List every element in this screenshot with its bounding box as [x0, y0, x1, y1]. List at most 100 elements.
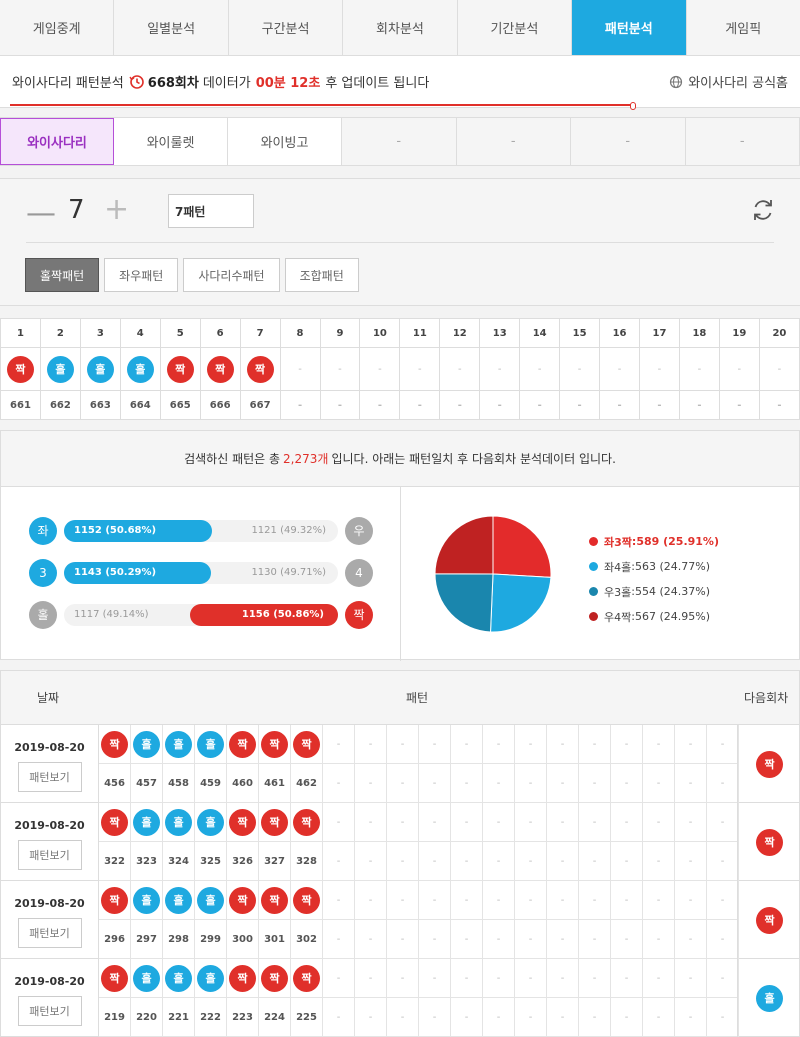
pie-slice — [492, 515, 552, 578]
nav-tab-game-live[interactable]: 게임중계 — [0, 0, 115, 55]
even-ball: 짝 — [229, 808, 256, 836]
even-ball: 짝 — [6, 355, 34, 383]
grid-ball-cell: - — [559, 347, 601, 391]
grid-round-row: 661 662 663 664 665 666 667- - - - - - - - - - - - - — [0, 390, 800, 420]
odd-ball: 홀 — [133, 730, 160, 758]
result-round-cell: - — [547, 764, 579, 803]
left-right-pattern-button[interactable]: 좌우패턴 — [104, 258, 179, 292]
result-round-cell: - — [451, 920, 483, 959]
result-ball-cell: 홀 — [195, 959, 227, 998]
official-home-link[interactable]: 와이사다리 공식홈 — [669, 72, 788, 91]
even-ball: 짝 — [229, 886, 256, 914]
result-ball-cell: - — [675, 881, 707, 920]
grid-ball-cell: - — [678, 347, 720, 391]
result-ball-cell: - — [611, 725, 643, 764]
view-pattern-button[interactable]: 패턴보기 — [17, 996, 82, 1026]
combo-pattern-button[interactable]: 조합패턴 — [284, 258, 359, 292]
result-date: 2019-08-20 — [14, 819, 85, 832]
odd-even-pattern-button[interactable]: 홀짝패턴 — [25, 258, 100, 292]
result-round-cell: - — [515, 764, 547, 803]
result-date-cell: 2019-08-20 패턴보기 — [1, 881, 99, 959]
nav-tab-interval[interactable]: 구간분석 — [229, 0, 344, 55]
ratio-right-badge: 우 — [345, 517, 373, 545]
nav-tab-pattern[interactable]: 패턴분석 — [572, 0, 687, 55]
ladder-count-pattern-button[interactable]: 사다리수패턴 — [183, 258, 280, 292]
result-ball-cell: - — [675, 959, 707, 998]
subnav-empty: - — [342, 118, 457, 165]
result-round-cell: - — [675, 764, 707, 803]
subnav-y-bingo[interactable]: 와이빙고 — [228, 118, 342, 165]
result-ball-cell: - — [323, 959, 355, 998]
pattern-input[interactable] — [168, 194, 254, 228]
results-table: 날짜 패턴 다음회차 2019-08-20 패턴보기 짝 456 홀 457 홀 458 홀 45… — [0, 670, 800, 1037]
even-ball: 짝 — [293, 886, 320, 914]
result-ball-cell: - — [483, 803, 515, 842]
subnav-empty: - — [571, 118, 686, 165]
result-date-cell: 2019-08-20 패턴보기 — [1, 959, 99, 1037]
grid-ball-cell: 짝 — [239, 347, 281, 391]
even-ball: 짝 — [293, 808, 320, 836]
result-ball-cell: 짝 — [259, 725, 291, 764]
subnav-y-ladder[interactable]: 와이사다리 — [0, 118, 114, 165]
result-round-cell: - — [419, 920, 451, 959]
next-round-cell: 홀 — [737, 959, 800, 1037]
nav-tab-game-pick[interactable]: 게임픽 — [687, 0, 800, 55]
result-round-cell: - — [675, 842, 707, 881]
nav-tab-round[interactable]: 회차분석 — [343, 0, 458, 55]
subnav-y-roulette[interactable]: 와이룰렛 — [114, 118, 228, 165]
result-ball-cell: - — [515, 881, 547, 920]
result-round-cell: 302 — [291, 920, 323, 959]
result-ball-cell: - — [707, 803, 739, 842]
odd-ball: 홀 — [197, 886, 224, 914]
result-round-cell: - — [515, 842, 547, 881]
info-prefix: 와이사다리 패턴분석 — [12, 76, 124, 91]
even-ball: 짝 — [293, 730, 320, 758]
result-ball-cell: - — [419, 725, 451, 764]
result-ball-cell: - — [547, 803, 579, 842]
decrease-button[interactable]: — — [26, 199, 56, 229]
grid-round-cell: 667 — [239, 390, 281, 420]
result-round-cell: - — [483, 842, 515, 881]
grid-column-number: 10 — [359, 318, 401, 348]
legend-label: 우4짝 — [604, 610, 632, 624]
even-ball: 짝 — [166, 355, 194, 383]
result-round-cell: - — [643, 764, 675, 803]
result-round-cell: - — [387, 764, 419, 803]
result-round-cell: 224 — [259, 998, 291, 1037]
view-pattern-button[interactable]: 패턴보기 — [17, 762, 82, 792]
legend-label: 좌4홀 — [604, 560, 632, 574]
view-pattern-button[interactable]: 패턴보기 — [17, 918, 82, 948]
result-row: 2019-08-20 패턴보기 짝 322 홀 323 홀 324 홀 325 짝 326 짝 327 짝 3… — [1, 803, 800, 881]
result-ball-cell: - — [323, 803, 355, 842]
view-pattern-button[interactable]: 패턴보기 — [17, 840, 82, 870]
result-round-cell: - — [707, 920, 739, 959]
even-ball: 짝 — [261, 730, 288, 758]
refresh-icon[interactable] — [750, 197, 776, 223]
result-round-cell: - — [515, 998, 547, 1037]
stats-head-suffix: 입니다. 아래는 패턴일치 후 다음회차 분석데이터 입니다. — [331, 452, 616, 466]
result-ball-cell: - — [643, 959, 675, 998]
odd-ball: 홀 — [133, 886, 160, 914]
odd-ball: 홀 — [197, 808, 224, 836]
result-round-cell: 296 — [99, 920, 131, 959]
result-ball-cell: - — [515, 803, 547, 842]
grid-round-cell: 661 — [0, 390, 41, 420]
result-round-cell: 223 — [227, 998, 259, 1037]
nav-tab-period[interactable]: 기간분석 — [458, 0, 573, 55]
result-round-cell: 328 — [291, 842, 323, 881]
result-date: 2019-08-20 — [14, 741, 85, 754]
grid-column-number: 13 — [479, 318, 521, 348]
official-home-label: 와이사다리 공식홈 — [688, 76, 788, 91]
result-ball-cell: 홀 — [195, 803, 227, 842]
result-round-cell: - — [387, 920, 419, 959]
header-next: 다음회차 — [744, 691, 789, 705]
grid-column-number: 16 — [599, 318, 640, 348]
result-ball-cell: 홀 — [131, 725, 163, 764]
ratio-bar-row: 홀 1117 (49.14%) 1156 (50.86%) 짝 — [29, 601, 373, 629]
nav-tab-daily[interactable]: 일별분석 — [114, 0, 229, 55]
grid-ball-cell: - — [599, 347, 640, 391]
top-nav: 게임중계 일별분석 구간분석 회차분석 기간분석 패턴분석 게임픽 — [0, 0, 800, 56]
increase-button[interactable]: + — [104, 195, 129, 225]
grid-column-number: 1 — [0, 318, 41, 348]
pie-legend: 좌3짝 : 589 (25.91%) 좌4홀 : 563 (24.77%) 우3홀 … — [589, 529, 719, 629]
